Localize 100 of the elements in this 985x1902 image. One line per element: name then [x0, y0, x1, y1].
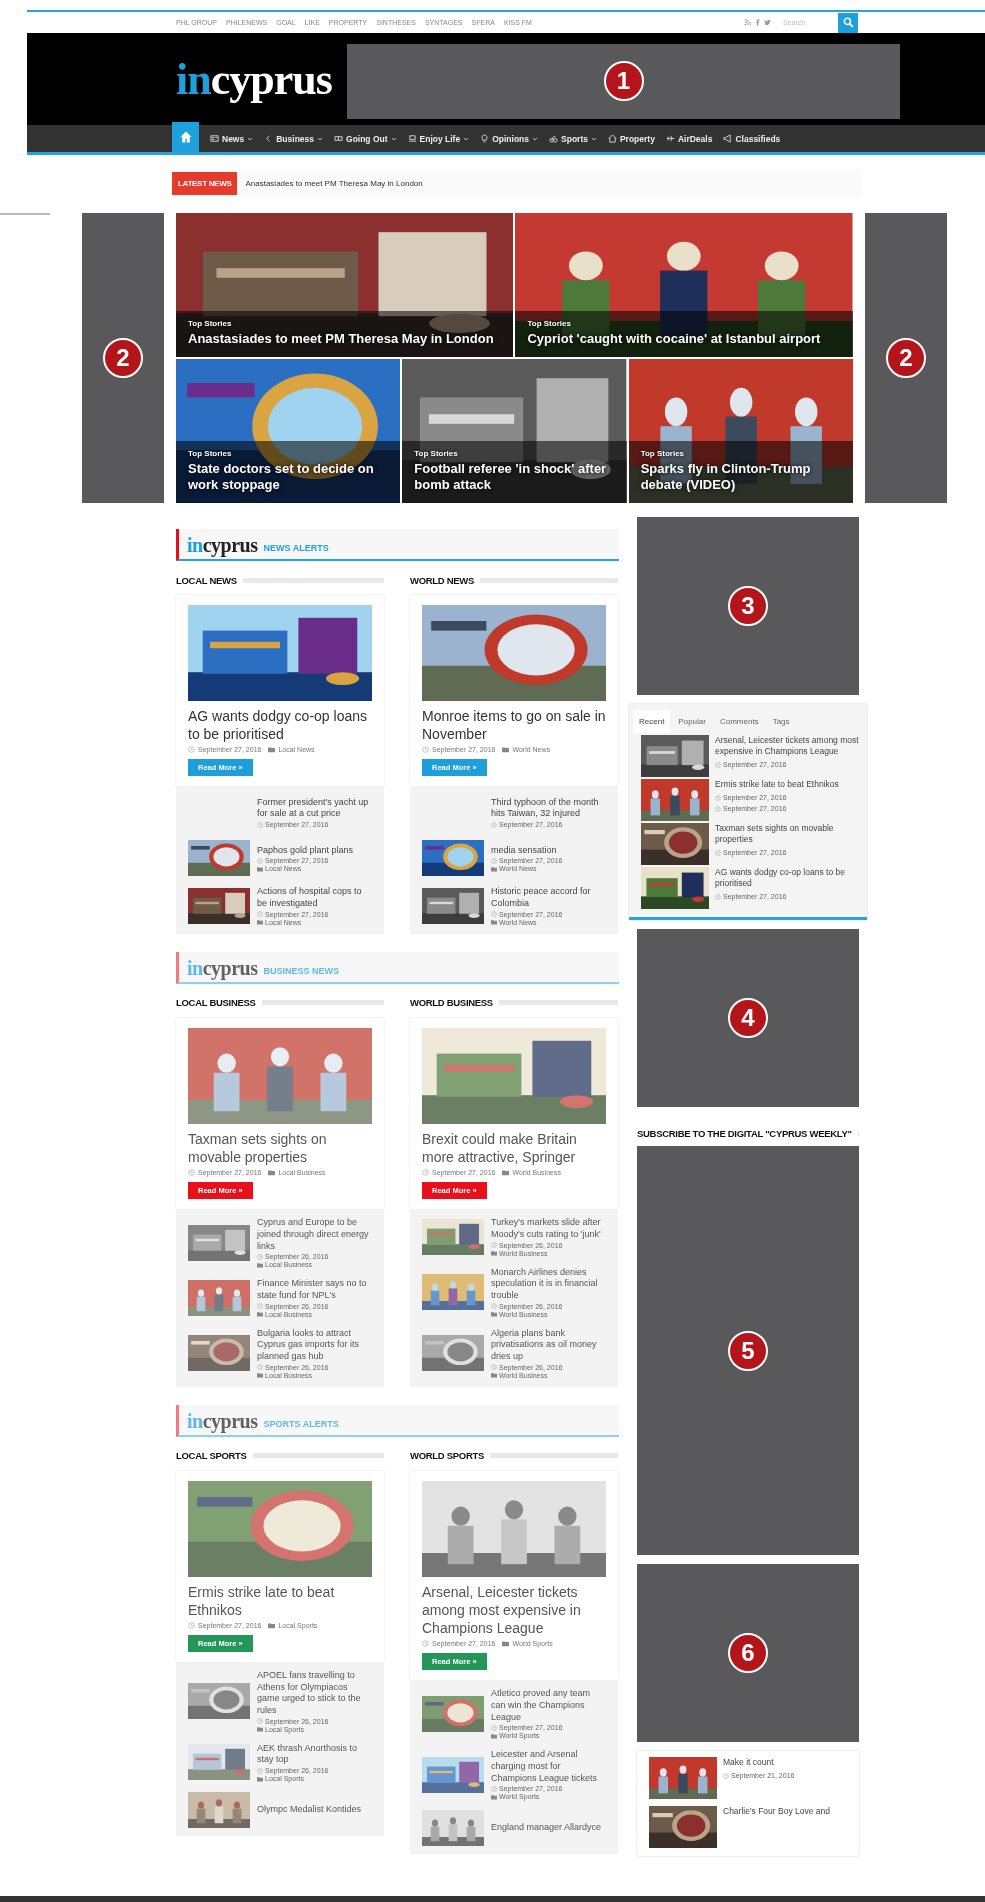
widget-tab[interactable]: Recent — [633, 710, 671, 733]
headline-link[interactable]: Cyprus and Europe to be joined through direct energy links — [257, 1217, 372, 1253]
story-headline: State doctors set to decide on work stoppage — [188, 460, 375, 493]
folder-icon — [502, 1169, 510, 1177]
latest-news-label: LATEST NEWS — [172, 172, 238, 195]
nav-item[interactable]: Property — [607, 133, 655, 144]
headline-link[interactable]: Atletico proved any team can win the Champions League — [491, 1688, 606, 1724]
folder-icon — [491, 919, 497, 926]
search-icon — [842, 17, 854, 28]
clock-icon — [422, 746, 429, 754]
clock-icon — [491, 911, 497, 918]
headline-link[interactable]: AEK thrash Anorthosis to stay top — [257, 1742, 372, 1767]
category-label: Top Stories — [414, 448, 458, 458]
headline-link[interactable]: AG wants dodgy co-op loans to be prioritised — [188, 707, 372, 744]
folder-icon — [268, 1169, 276, 1177]
newspaper-icon — [210, 134, 219, 143]
headline-link[interactable]: Olympc Medalist Kontides — [257, 1804, 362, 1816]
folder-icon — [268, 746, 276, 754]
laptop-icon — [407, 134, 417, 143]
headline-link[interactable]: Leicester and Arsenal charging most for Champions League tickets — [491, 1749, 606, 1785]
ticker-headline[interactable]: Anastasiades to meet PM Theresa May in London — [245, 179, 423, 188]
clock-icon — [491, 1785, 497, 1792]
nav-item[interactable]: Going Out — [334, 133, 397, 144]
clock-icon — [257, 1303, 263, 1310]
headline-link[interactable]: Former president's yacht up for sale at a cut price — [257, 796, 372, 821]
folder-icon — [257, 1261, 263, 1268]
headline-link[interactable]: Turkey's markets slide after Moody's cuts rating to 'junk' — [491, 1217, 606, 1241]
story-tile[interactable]: Top Stories Anastasiades to meet PM Theresa May in London — [176, 213, 514, 357]
nav-item[interactable]: Classifieds — [723, 133, 781, 144]
folder-icon — [257, 1726, 263, 1733]
brand-logo: incyprus — [187, 1410, 258, 1431]
ticket-icon — [334, 134, 343, 143]
clock-icon — [491, 821, 497, 828]
headline-link[interactable]: Finance Minister says no to state fund for NPL's — [257, 1278, 372, 1302]
search-button[interactable] — [838, 12, 858, 33]
nav-item[interactable]: Sports — [549, 133, 597, 144]
ad-number: 6 — [728, 1633, 768, 1673]
headline-link[interactable]: APOEL fans travelling to Athens for Olympiacos game urged to stick to the rules — [257, 1670, 372, 1717]
clock-icon — [723, 1772, 729, 1779]
headline-link[interactable]: Arsenal, Leicester tickets among most expensive in Champions League — [715, 735, 859, 758]
clock-icon — [491, 857, 497, 864]
headline-link[interactable]: Brexit could make Britain more attractive, Springer — [422, 1129, 606, 1167]
headline-link[interactable]: Ermis strike late to beat Ethnikos — [188, 1582, 372, 1619]
clock-icon — [188, 1622, 195, 1629]
headline-link[interactable]: Third typhoon of the month hits Taiwan, 32 injured — [491, 796, 606, 821]
clock-icon — [257, 857, 263, 864]
folder-icon — [491, 1250, 497, 1256]
widget-tab[interactable]: Tags — [766, 710, 796, 733]
headline-link[interactable]: Arsenal, Leicester tickets among most expensive in Champions League — [422, 1582, 606, 1638]
clock-icon — [257, 821, 263, 828]
nav-item[interactable]: Enjoy Life — [407, 133, 470, 144]
bicycle-icon — [549, 134, 559, 143]
rss-icon[interactable] — [744, 19, 751, 26]
headline-link[interactable]: England manager Allardyce — [491, 1822, 602, 1835]
category-label: Top Stories — [640, 448, 685, 458]
nav-item[interactable]: News — [210, 133, 254, 144]
section-title: SPORTS ALERTS — [263, 1418, 339, 1431]
headline-link[interactable]: Taxman sets sights on movable properties — [188, 1129, 372, 1167]
folder-icon — [491, 1372, 497, 1379]
home-icon — [178, 130, 193, 144]
nav-item[interactable]: Business — [264, 133, 323, 144]
folder-icon — [257, 1372, 263, 1379]
story-tile[interactable]: Top Stories State doctors set to decide on work stoppage — [176, 359, 401, 503]
headline-link[interactable]: Paphos gold plant plans — [257, 844, 354, 857]
story-tile[interactable]: Top Stories Sparks fly in Clinton-Trump debate (VIDEO) — [628, 359, 853, 503]
site-logo[interactable]: incyprus — [176, 53, 347, 105]
clock-icon — [422, 1169, 429, 1177]
clock-icon — [715, 761, 721, 768]
clock-icon — [715, 893, 721, 900]
widget-tab[interactable]: Popular — [672, 710, 712, 733]
headline-link[interactable]: media sensation — [491, 844, 563, 857]
nav-item[interactable]: Opinions — [480, 133, 539, 144]
headline-link[interactable]: Historic peace accord for Colombia — [491, 886, 606, 910]
headline-link[interactable]: Make it count — [723, 1757, 795, 1769]
clock-icon — [491, 1724, 497, 1731]
headline-link[interactable]: Monarch Airlines denies speculation it is in financial trouble — [491, 1266, 606, 1302]
headline-link[interactable]: Bulgaria looks to attract Cyprus gas imports for its planned gas hub — [257, 1327, 372, 1363]
headline-link[interactable]: Actions of hospital cops to be investigated — [257, 886, 372, 910]
brand-logo: incyprus — [187, 957, 258, 978]
nav-item[interactable]: AirDeals — [665, 133, 713, 144]
home-button[interactable] — [172, 122, 199, 152]
headline-link[interactable]: Algeria plans bank privatisations as oil money dries up — [491, 1327, 606, 1363]
story-tile[interactable]: Top Stories Cypriot 'caught with cocaine' at Istanbul airport — [515, 213, 853, 357]
category-label: Top Stories — [188, 448, 232, 458]
clock-icon — [491, 1364, 497, 1371]
ad-number: 3 — [728, 586, 768, 626]
facebook-icon[interactable] — [754, 19, 761, 26]
widget-tab[interactable]: Comments — [713, 710, 765, 733]
clock-icon — [257, 1253, 263, 1260]
headline-link[interactable]: Monroe items to go on sale in November — [422, 707, 606, 744]
headline-link[interactable]: AG wants dodgy co-op loans to be prioritised — [715, 867, 859, 890]
twitter-icon[interactable] — [764, 19, 771, 26]
widget-title: SUBSCRIBE TO THE DIGITAL "CYPRUS WEEKLY" — [637, 1127, 852, 1139]
story-tile[interactable]: Top Stories Football referee 'in shock' after bomb attack — [402, 359, 627, 503]
clock-icon — [491, 1303, 497, 1310]
headline-link[interactable]: Taxman sets sights on movable properties — [715, 823, 859, 846]
headline-link[interactable]: Ermis strike late to beat Ethnikos — [715, 779, 839, 791]
headline-link[interactable]: Charlie's Four Boy Love and — [723, 1806, 830, 1818]
megaphone-icon — [723, 134, 733, 143]
story-headline: Cypriot 'caught with cocaine' at Istanbul airport — [527, 330, 821, 347]
